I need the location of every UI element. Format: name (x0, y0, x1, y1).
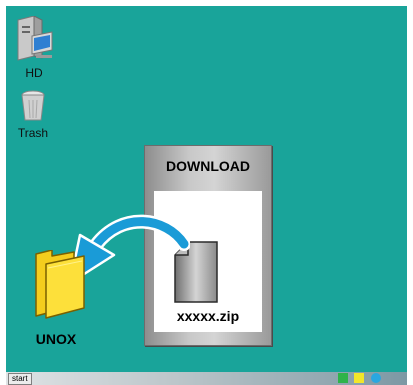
yellow-square-icon[interactable] (354, 373, 364, 383)
desktop-icon-hd[interactable]: HD (12, 15, 56, 80)
start-button[interactable]: start (8, 373, 32, 385)
unox-folder-label: UNOX (35, 331, 77, 347)
trash-can-icon (21, 90, 45, 121)
desktop-icon-trash[interactable]: Trash (14, 90, 52, 140)
zip-file-name: xxxxx.zip (176, 308, 240, 324)
taskbar: start (6, 372, 407, 385)
green-square-icon[interactable] (338, 373, 348, 383)
trash-label: Trash (17, 126, 49, 140)
hd-label: HD (25, 66, 43, 80)
folder-icon[interactable] (34, 250, 90, 320)
desktop: HD Trash DOWNLOAD xxxxx.zip UNOX (6, 6, 407, 372)
hard-drive-computer-icon (17, 15, 53, 61)
download-window-title: DOWNLOAD (166, 158, 250, 174)
blue-circle-icon[interactable] (371, 373, 381, 383)
